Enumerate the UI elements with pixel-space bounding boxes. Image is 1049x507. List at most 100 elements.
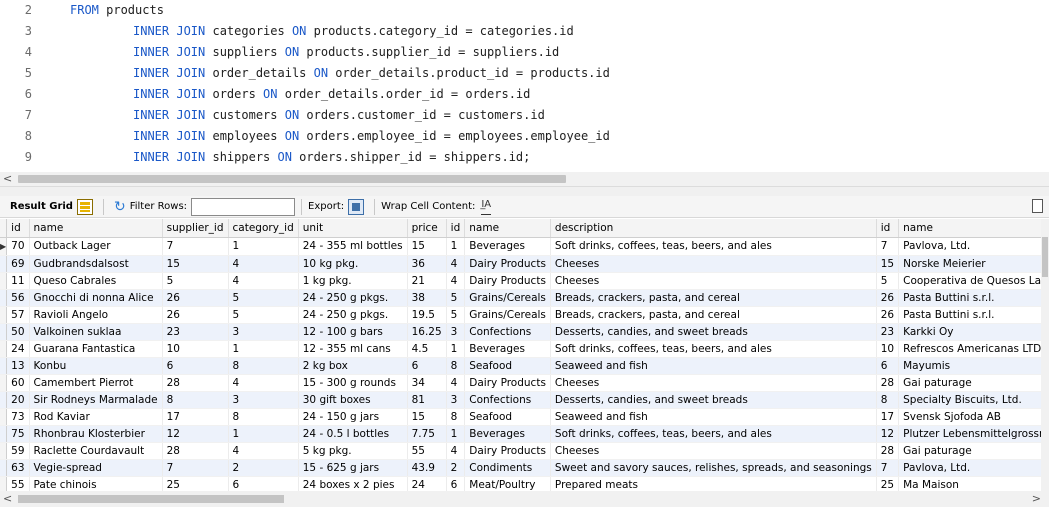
panel-toggle-icon[interactable] — [1032, 199, 1043, 213]
table-cell[interactable]: Svensk Sjofoda AB — [898, 408, 1049, 426]
table-cell[interactable]: Valkoinen suklaa — [29, 323, 163, 341]
table-cell[interactable]: 17 — [162, 408, 229, 426]
table-cell[interactable]: 69 — [6, 255, 30, 273]
table-row[interactable]: 50 Valkoinen suklaa 23 3 12 - 100 g bars 16.2… — [0, 323, 1049, 341]
table-cell[interactable]: 24 — [407, 476, 447, 491]
table-cell[interactable]: Pate chinois — [29, 476, 163, 491]
table-cell[interactable]: 15 — [162, 255, 229, 273]
table-cell[interactable]: 4 — [446, 255, 466, 273]
table-cell[interactable]: 24 boxes x 2 pies — [298, 476, 408, 491]
table-cell[interactable]: Desserts, candies, and sweet breads — [550, 323, 877, 341]
table-cell[interactable]: 16.25 — [407, 323, 447, 341]
table-cell[interactable]: 10 kg pkg. — [298, 255, 408, 273]
table-cell[interactable]: 56 — [6, 289, 30, 307]
table-cell[interactable]: 19.5 — [407, 306, 447, 324]
table-cell[interactable]: 7 — [162, 459, 229, 477]
grid-vertical-scrollbar[interactable] — [1041, 219, 1049, 491]
table-cell[interactable]: Cooperativa de Quesos Las Cabras — [898, 272, 1049, 290]
table-cell[interactable]: Cheeses — [550, 442, 877, 460]
table-cell[interactable]: 23 — [876, 323, 900, 341]
scroll-right-icon[interactable]: > — [1032, 492, 1041, 505]
table-cell[interactable]: 73 — [6, 408, 30, 426]
table-cell[interactable]: 6 — [228, 476, 299, 491]
table-cell[interactable]: 7 — [162, 237, 229, 256]
table-cell[interactable]: Camembert Pierrot — [29, 374, 163, 392]
table-cell[interactable]: Seaweed and fish — [550, 408, 877, 426]
table-cell[interactable]: Guarana Fantastica — [29, 340, 163, 358]
table-cell[interactable]: Dairy Products — [464, 255, 551, 273]
table-cell[interactable]: Pasta Buttini s.r.l. — [898, 306, 1049, 324]
table-cell[interactable]: 26 — [876, 289, 900, 307]
table-cell[interactable]: 60 — [6, 374, 30, 392]
table-cell[interactable]: 4 — [228, 374, 299, 392]
scrollbar-thumb[interactable] — [18, 495, 284, 503]
table-cell[interactable]: 7 — [876, 237, 900, 256]
table-cell[interactable]: 4 — [228, 272, 299, 290]
table-cell[interactable]: 24 - 355 ml bottles — [298, 237, 408, 256]
table-cell[interactable]: 4 — [446, 442, 466, 460]
table-cell[interactable]: Meat/Poultry — [464, 476, 551, 491]
table-cell[interactable]: Condiments — [464, 459, 551, 477]
table-row[interactable]: 57 Ravioli Angelo 26 5 24 - 250 g pkgs. 19.5 5… — [0, 306, 1049, 324]
table-cell[interactable]: Gudbrandsdalsost — [29, 255, 163, 273]
table-cell[interactable]: 1 kg pkg. — [298, 272, 408, 290]
refresh-icon[interactable]: ↻ — [114, 199, 126, 215]
table-cell[interactable]: 3 — [446, 323, 466, 341]
table-cell[interactable]: Prepared meats — [550, 476, 877, 491]
code-line[interactable]: 8 INNER JOIN employees ON orders.employee… — [0, 126, 1049, 147]
table-cell[interactable]: 1 — [228, 425, 299, 443]
row-gutter[interactable] — [0, 374, 8, 392]
table-cell[interactable]: 20 — [6, 391, 30, 409]
table-cell[interactable]: 50 — [6, 323, 30, 341]
table-row[interactable]: 11 Queso Cabrales 5 4 1 kg pkg. 21 4 Dairy Prod… — [0, 272, 1049, 290]
table-cell[interactable]: 59 — [6, 442, 30, 460]
table-row[interactable]: 75 Rhonbrau Klosterbier 12 1 24 - 0.5 l bott… — [0, 425, 1049, 443]
scrollbar-thumb[interactable] — [18, 175, 566, 183]
table-cell[interactable]: 24 - 250 g pkgs. — [298, 289, 408, 307]
table-cell[interactable]: 26 — [876, 306, 900, 324]
scroll-left-icon[interactable]: < — [3, 172, 12, 186]
table-cell[interactable]: Desserts, candies, and sweet breads — [550, 391, 877, 409]
table-cell[interactable]: 28 — [876, 374, 900, 392]
column-header[interactable]: id — [876, 219, 900, 238]
table-cell[interactable]: 1 — [446, 340, 466, 358]
table-row[interactable]: 20 Sir Rodneys Marmalade 8 3 30 gift boxes 81… — [0, 391, 1049, 409]
table-cell[interactable]: Dairy Products — [464, 272, 551, 290]
table-cell[interactable]: 11 — [6, 272, 30, 290]
table-cell[interactable]: 28 — [162, 442, 229, 460]
code-line[interactable]: 5 INNER JOIN order_details ON order_detai… — [0, 63, 1049, 84]
table-cell[interactable]: 6 — [162, 357, 229, 375]
column-header[interactable]: supplier_id — [162, 219, 229, 238]
table-row[interactable]: 69 Gudbrandsdalsost 15 4 10 kg pkg. 36 4 Dairy … — [0, 255, 1049, 273]
table-cell[interactable]: 2 — [228, 459, 299, 477]
export-icon[interactable] — [348, 198, 365, 215]
table-cell[interactable]: Rod Kaviar — [29, 408, 163, 426]
table-cell[interactable]: 70 — [6, 237, 30, 256]
table-cell[interactable]: Dairy Products — [464, 374, 551, 392]
table-cell[interactable]: 4.5 — [407, 340, 447, 358]
scroll-left-icon[interactable]: < — [3, 492, 12, 505]
grid-view-icon[interactable] — [76, 198, 93, 215]
table-cell[interactable]: 24 - 0.5 l bottles — [298, 425, 408, 443]
table-cell[interactable]: 26 — [162, 289, 229, 307]
table-cell[interactable]: 4 — [228, 255, 299, 273]
table-cell[interactable]: 55 — [6, 476, 30, 491]
table-cell[interactable]: 8 — [446, 408, 466, 426]
table-cell[interactable]: Ravioli Angelo — [29, 306, 163, 324]
table-cell[interactable]: 55 — [407, 442, 447, 460]
table-cell[interactable]: 1 — [228, 340, 299, 358]
table-cell[interactable]: 8 — [228, 408, 299, 426]
table-cell[interactable]: 1 — [446, 237, 466, 256]
table-row[interactable]: ▶ 70 Outback Lager 7 1 24 - 355 ml bottles 15 1… — [0, 237, 1049, 256]
column-header[interactable]: name — [29, 219, 163, 238]
table-cell[interactable]: 8 — [228, 357, 299, 375]
table-cell[interactable]: Cheeses — [550, 255, 877, 273]
table-cell[interactable]: Breads, crackers, pasta, and cereal — [550, 289, 877, 307]
table-cell[interactable]: 21 — [407, 272, 447, 290]
table-cell[interactable]: 5 — [162, 272, 229, 290]
table-cell[interactable]: 12 — [162, 425, 229, 443]
table-cell[interactable]: Outback Lager — [29, 237, 163, 256]
column-header[interactable]: description — [550, 219, 877, 238]
table-row[interactable]: 56 Gnocchi di nonna Alice 26 5 24 - 250 g pk… — [0, 289, 1049, 307]
table-cell[interactable]: Pavlova, Ltd. — [898, 237, 1049, 256]
